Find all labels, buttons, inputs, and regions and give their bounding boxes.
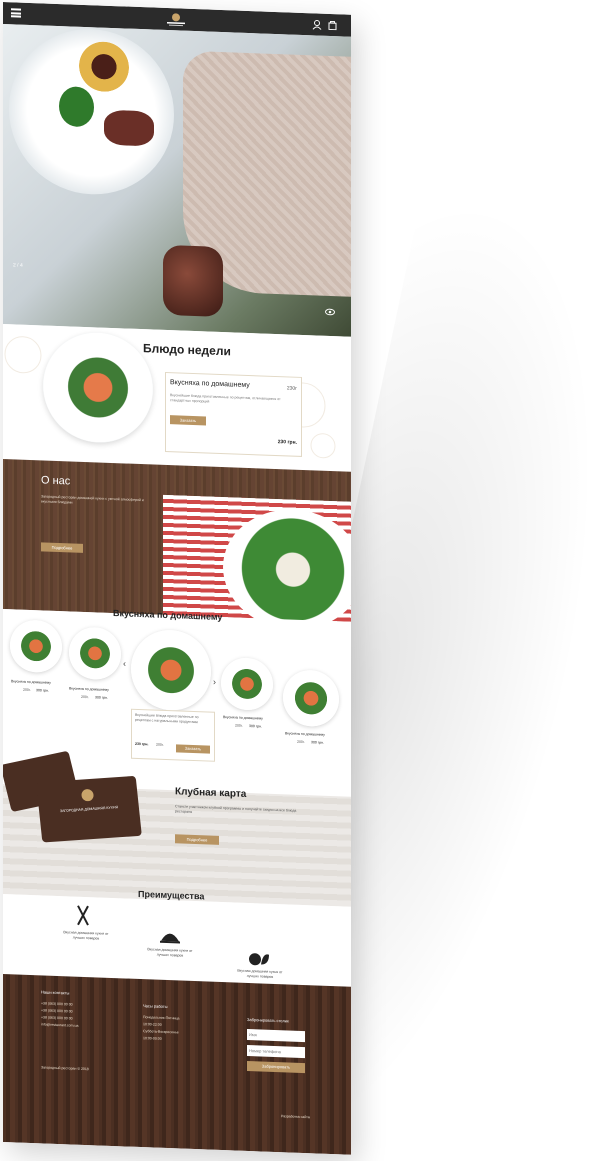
- booking-phone-input[interactable]: [247, 1044, 305, 1059]
- fork-knife-icon: [77, 905, 89, 926]
- footer: Наши контакты +38 (063) 000 00 00 +38 (0…: [3, 974, 351, 1155]
- hero-plate-image: [9, 26, 174, 198]
- vegetables-icon: [249, 953, 269, 966]
- page-mockup: 2 / 4 Блюдо недели Вкусняха по домашнему…: [3, 2, 351, 1155]
- menu-item-weight: 200г.: [235, 723, 243, 728]
- developer-link[interactable]: Разработка сайта: [281, 1114, 310, 1120]
- club-title: Клубная карта: [175, 786, 247, 800]
- menu-item-image[interactable]: [283, 669, 339, 728]
- club-card-section: ЗАГОРОДНАЯ ДОМАШНЯЯ КУХНЯ Клубная карта …: [3, 750, 351, 907]
- user-icon[interactable]: [312, 19, 322, 30]
- menu-featured-order-button[interactable]: Заказать: [176, 744, 210, 754]
- menu-item-featured-image[interactable]: [131, 628, 211, 712]
- about-title: О нас: [41, 474, 71, 488]
- hours-title: Часы работы: [143, 1003, 168, 1010]
- booking-name-input[interactable]: [247, 1028, 305, 1043]
- hero-jar-image: [163, 244, 223, 318]
- card-logo-text: ЗАГОРОДНАЯ ДОМАШНЯЯ КУХНЯ: [59, 805, 119, 814]
- menu-item-image[interactable]: [69, 626, 121, 681]
- menu-item-name: Вкусняха по домашнему: [223, 715, 263, 721]
- dish-order-button[interactable]: Заказать: [170, 415, 206, 426]
- eye-icon[interactable]: [325, 308, 335, 316]
- menu-featured-weight: 200г.: [156, 742, 164, 747]
- club-text: Станьте участником клубной программы и п…: [175, 804, 297, 814]
- contact-line[interactable]: +38 (063) 000 00 00: [41, 1001, 73, 1007]
- menu-item-weight: 200г.: [297, 739, 305, 745]
- logo[interactable]: [161, 11, 191, 28]
- club-card-image-front: ЗАГОРОДНАЯ ДОМАШНЯЯ КУХНЯ: [36, 775, 142, 843]
- menu-item-price: 300 грн.: [95, 695, 108, 700]
- advantage-text: Вкусная домашняя кухня от лучших поваров: [147, 947, 193, 958]
- menu-item-image[interactable]: [10, 619, 62, 674]
- menu-item-price: 300 грн.: [36, 688, 49, 693]
- advantage-text: Вкусная домашняя кухня от лучших поваров: [63, 930, 109, 941]
- about-text: Загородный ресторан домашней кухни с уют…: [41, 494, 144, 505]
- menu-item-weight: 200г.: [23, 687, 31, 693]
- dish-of-week-card: Вкусняха по домашнему 230г Вкуснейшие бл…: [165, 371, 302, 457]
- menu-item-weight: 200г.: [81, 694, 89, 700]
- menu-item-name: Вкусняха по домашнему: [11, 679, 51, 685]
- advantages-title: Преимущества: [138, 888, 205, 902]
- about-section: О нас Загородный ресторан домашней кухни…: [3, 459, 351, 633]
- carousel-next-arrow[interactable]: ›: [213, 677, 216, 687]
- menu-item-name: Вкусняха по домашнему: [285, 731, 325, 737]
- about-more-button[interactable]: Подробнее: [41, 542, 83, 553]
- dish-weight: 230г: [286, 385, 297, 392]
- menu-item-price: 300 грн.: [311, 740, 324, 745]
- hours-line: 10:00-00:00: [143, 1036, 162, 1041]
- hours-line: Суббота-Воскресенье: [143, 1029, 179, 1035]
- dish-description: Вкуснейшие блюда приготовленные по рецеп…: [170, 393, 281, 404]
- dish-of-week-section: Блюдо недели Вкусняха по домашнему 230г …: [3, 324, 351, 472]
- contact-line[interactable]: +38 (063) 000 00 00: [41, 1015, 73, 1021]
- card-logo-icon: [81, 789, 94, 802]
- carousel-prev-arrow[interactable]: ‹: [123, 658, 126, 668]
- menu-featured-card: Вкуснейшие блюда приготовленные по рецеп…: [131, 708, 215, 762]
- dish-price: 230 грн.: [277, 439, 297, 446]
- menu-featured-description: Вкуснейшие блюда приготовленные по рецеп…: [135, 712, 199, 724]
- hero-slide-indicator: 2 / 4: [13, 262, 23, 269]
- advantage-text: Вкусная домашняя кухня от лучших поваров: [237, 968, 283, 979]
- contacts-title: Наши контакты: [41, 989, 70, 996]
- menu-item-image[interactable]: [221, 656, 273, 711]
- mockup-stage: 2 / 4 Блюдо недели Вкусняха по домашнему…: [0, 0, 604, 1161]
- cart-icon[interactable]: [328, 20, 337, 31]
- menu-icon[interactable]: [11, 8, 21, 18]
- club-more-button[interactable]: Подробнее: [175, 834, 219, 845]
- menu-featured-price: 230 грн.: [135, 741, 149, 747]
- hours-line: Понедельник-Пятница: [143, 1015, 180, 1021]
- booking-submit-button[interactable]: Забронировать: [247, 1060, 305, 1074]
- menu-item-name: Вкусняха по домашнему: [69, 686, 109, 692]
- booking-title: Забронировать столик: [247, 1016, 289, 1024]
- hours-line: 10:00-22:00: [143, 1022, 162, 1027]
- contact-email[interactable]: info@restaurant.com.ua: [41, 1022, 78, 1028]
- cloche-icon: [160, 933, 180, 944]
- menu-item-price: 300 грн.: [249, 724, 262, 729]
- dish-name: Вкусняха по домашнему: [170, 379, 250, 390]
- hero-slider: 2 / 4: [3, 24, 351, 337]
- contact-line[interactable]: +38 (063) 000 00 00: [41, 1008, 73, 1014]
- logo-emblem-icon: [167, 13, 185, 27]
- copyright: Загородный ресторан © 2018: [41, 1065, 89, 1072]
- advantages-section: Преимущества Вкусная домашняя кухня от л…: [3, 889, 351, 987]
